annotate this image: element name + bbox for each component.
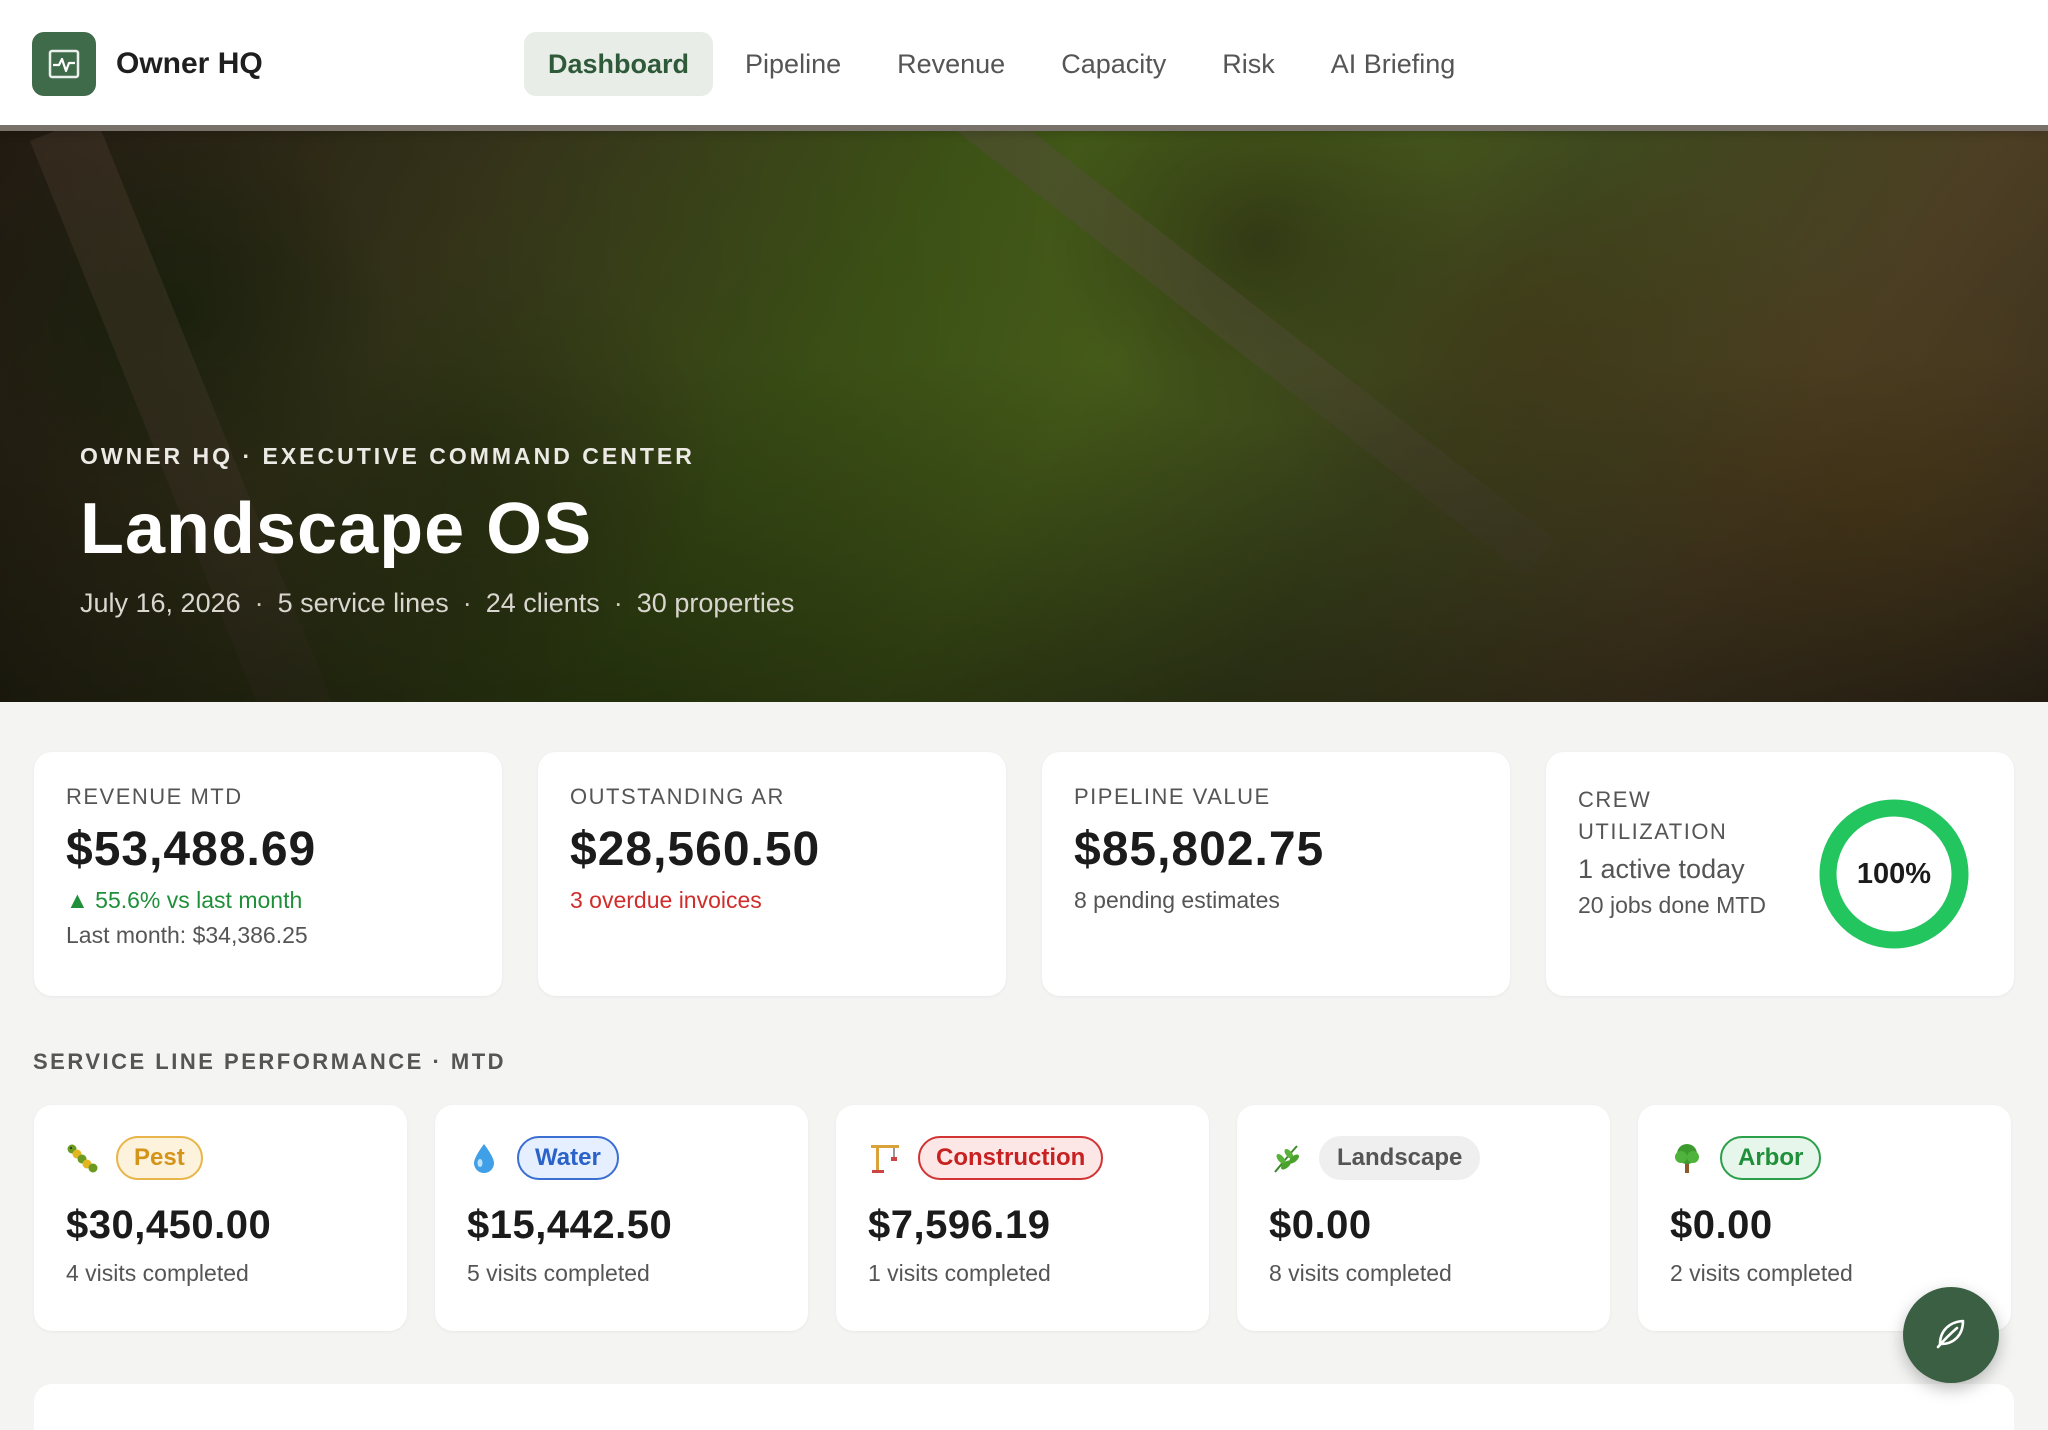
section-title: SERVICE LINE PERFORMANCE · MTD	[33, 1049, 507, 1074]
service-card-construction[interactable]: Construction $7,596.19 1 visits complete…	[836, 1105, 1209, 1331]
service-revenue: $15,442.50	[467, 1203, 673, 1247]
kpi-row: REVENUE MTD $53,488.69 ▲ 55.6% vs last m…	[34, 752, 2014, 996]
hero-clients: 24 clients	[485, 588, 600, 618]
herb-icon	[1269, 1141, 1303, 1175]
service-chip-arbor: Arbor	[1720, 1136, 1822, 1180]
hero-text: OWNER HQ · EXECUTIVE COMMAND CENTER Land…	[80, 443, 794, 619]
app-name: Owner HQ	[116, 47, 263, 80]
nav-ai-briefing[interactable]: AI Briefing	[1307, 32, 1480, 96]
service-visits: 8 visits completed	[1269, 1260, 1452, 1286]
utilization-value: 100%	[1856, 857, 1932, 890]
hero-meta: July 16, 2026 · 5 service lines · 24 cli…	[80, 588, 794, 619]
page-title: Landscape OS	[80, 489, 593, 569]
kpi-pending: 8 pending estimates	[1074, 887, 1280, 913]
tree-icon	[1670, 1141, 1704, 1175]
kpi-label: REVENUE MTD	[66, 784, 243, 809]
hero-properties: 30 properties	[636, 588, 795, 618]
service-visits: 5 visits completed	[467, 1260, 650, 1286]
kpi-value: $53,488.69	[66, 823, 317, 876]
next-section-card	[34, 1384, 2014, 1430]
nav-dashboard[interactable]: Dashboard	[524, 32, 714, 96]
leaf-icon	[1931, 1313, 1971, 1358]
hero-date: July 16, 2026	[80, 588, 241, 618]
kpi-crew-card[interactable]: CREW UTILIZATION 1 active today 20 jobs …	[1546, 752, 2014, 996]
service-card-water[interactable]: Water $15,442.50 5 visits completed	[435, 1105, 808, 1331]
nav-capacity[interactable]: Capacity	[1037, 32, 1190, 96]
kpi-value: $85,802.75	[1074, 823, 1325, 876]
service-visits: 1 visits completed	[868, 1260, 1051, 1286]
hero-banner: OWNER HQ · EXECUTIVE COMMAND CENTER Land…	[0, 131, 2048, 702]
service-revenue: $0.00	[1269, 1203, 1372, 1247]
kpi-pipeline-card[interactable]: PIPELINE VALUE $85,802.75 8 pending esti…	[1042, 752, 1510, 996]
hero-eyebrow: OWNER HQ · EXECUTIVE COMMAND CENTER	[80, 443, 695, 469]
nav-revenue[interactable]: Revenue	[873, 32, 1029, 96]
service-line-row: Pest $30,450.00 4 visits completed Water…	[34, 1105, 2011, 1331]
assistant-fab-button[interactable]	[1903, 1287, 1999, 1383]
meta-separator: ·	[254, 588, 264, 618]
nav-risk[interactable]: Risk	[1198, 32, 1299, 96]
service-chip-water: Water	[517, 1136, 619, 1180]
kpi-overdue: 3 overdue invoices	[570, 887, 762, 913]
kpi-revenue-card[interactable]: REVENUE MTD $53,488.69 ▲ 55.6% vs last m…	[34, 752, 502, 996]
kpi-label: CREW UTILIZATION	[1578, 787, 1728, 844]
nav-pipeline[interactable]: Pipeline	[721, 32, 865, 96]
caterpillar-icon	[66, 1141, 100, 1175]
meta-separator: ·	[462, 588, 472, 618]
service-revenue: $0.00	[1670, 1203, 1773, 1247]
hero-service-lines: 5 service lines	[277, 588, 449, 618]
service-card-landscape[interactable]: Landscape $0.00 8 visits completed	[1237, 1105, 1610, 1331]
service-visits: 2 visits completed	[1670, 1260, 1853, 1286]
crew-jobs: 20 jobs done MTD	[1578, 892, 1766, 918]
kpi-label: OUTSTANDING AR	[570, 784, 785, 809]
kpi-change: ▲ 55.6% vs last month	[66, 887, 303, 913]
kpi-ar-card[interactable]: OUTSTANDING AR $28,560.50 3 overdue invo…	[538, 752, 1006, 996]
service-chip-pest: Pest	[116, 1136, 203, 1180]
service-chip-construction: Construction	[918, 1136, 1104, 1180]
service-chip-landscape: Landscape	[1319, 1136, 1481, 1180]
service-card-pest[interactable]: Pest $30,450.00 4 visits completed	[34, 1105, 407, 1331]
service-revenue: $7,596.19	[868, 1203, 1051, 1247]
activity-chart-icon	[32, 32, 96, 96]
service-revenue: $30,450.00	[66, 1203, 272, 1247]
kpi-label: PIPELINE VALUE	[1074, 784, 1271, 809]
top-bar: Owner HQ Dashboard Pipeline Revenue Capa…	[0, 0, 2048, 131]
main-nav: Dashboard Pipeline Revenue Capacity Risk…	[524, 32, 1479, 96]
crane-icon	[868, 1141, 902, 1175]
service-visits: 4 visits completed	[66, 1260, 249, 1286]
kpi-last-month: Last month: $34,386.25	[66, 922, 308, 948]
brand[interactable]: Owner HQ	[32, 32, 263, 96]
water-drop-icon	[467, 1141, 501, 1175]
meta-separator: ·	[613, 588, 623, 618]
kpi-value: $28,560.50	[570, 823, 821, 876]
